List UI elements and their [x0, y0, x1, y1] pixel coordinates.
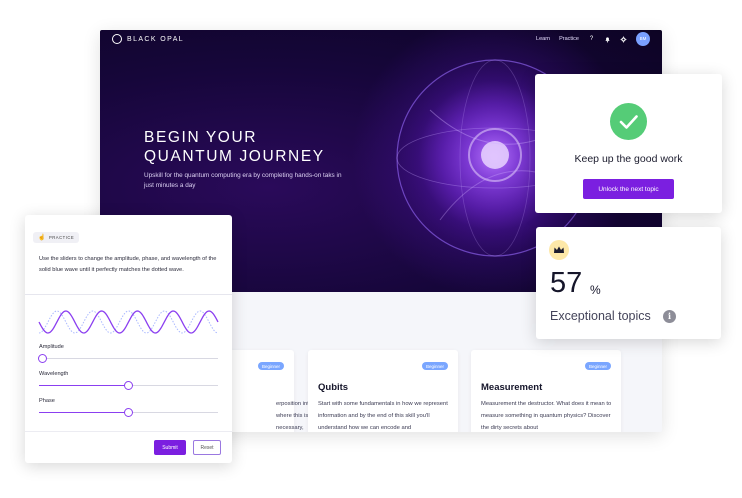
top-nav: BLACK OPAL Learn Practice ? BM: [100, 30, 662, 48]
practice-chip: ☝ PRACTICE: [33, 232, 80, 243]
wave-visualization: [25, 294, 232, 348]
success-card: Keep up the good work Unlock the next to…: [535, 74, 722, 213]
topic-description: Measurement the destructor. What does it…: [481, 401, 612, 431]
info-icon[interactable]: i: [663, 310, 676, 323]
hand-pointer-icon: ☝: [38, 235, 46, 241]
submit-button[interactable]: Submit: [154, 440, 186, 455]
slider-fill: [39, 412, 129, 413]
topic-card-measurement[interactable]: Beginner Measurement Measurement the des…: [471, 350, 621, 432]
notification-bell-icon[interactable]: [604, 36, 611, 43]
practice-footer: Submit Reset: [25, 431, 232, 463]
slider-knob[interactable]: [124, 381, 133, 390]
stat-label: Exceptional topics: [550, 309, 651, 323]
stat-unit: %: [590, 283, 601, 297]
slider-track[interactable]: [38, 354, 218, 363]
nav-links: Learn Practice ? BM: [536, 32, 650, 46]
level-badge: Beginner: [257, 362, 284, 370]
nav-learn-link[interactable]: Learn: [536, 36, 550, 42]
settings-icon[interactable]: [620, 36, 627, 43]
help-icon[interactable]: ?: [588, 36, 595, 43]
topic-card-qubits[interactable]: Beginner Qubits Start with some fundamen…: [308, 350, 458, 432]
practice-instructions: Use the sliders to change the amplitude,…: [39, 256, 217, 273]
wave-chart: [38, 310, 219, 334]
slider-knob[interactable]: [124, 408, 133, 417]
slider-label: Wavelength: [39, 371, 69, 377]
slider-track[interactable]: [39, 381, 218, 390]
user-avatar[interactable]: BM: [636, 32, 650, 46]
level-badge: Beginner: [421, 362, 448, 370]
marketing-composition: BLACK OPAL Learn Practice ? BM BEGIN YOU: [0, 0, 742, 498]
hero-title-line-2: QUANTUM JOURNEY: [144, 148, 325, 165]
slider-label: Amplitude: [39, 344, 64, 350]
nav-practice-link[interactable]: Practice: [559, 36, 579, 42]
unlock-next-topic-button[interactable]: Unlock the next topic: [583, 179, 674, 199]
slider-knob[interactable]: [38, 354, 48, 363]
level-badge: Beginner: [584, 362, 611, 370]
topic-title: Qubits: [318, 382, 349, 393]
practice-chip-label: PRACTICE: [48, 235, 75, 240]
logo-ring-icon: [112, 34, 122, 44]
hero-title-line-1: BEGIN YOUR: [144, 129, 258, 146]
stat-value: 57: [550, 267, 583, 299]
slider-fill: [39, 385, 129, 386]
success-message: Keep up the good work: [574, 153, 683, 165]
brand-name: BLACK OPAL: [127, 35, 185, 43]
reset-button[interactable]: Reset: [193, 440, 221, 455]
topic-title: Measurement: [481, 382, 543, 393]
brand-logo[interactable]: BLACK OPAL: [112, 34, 184, 44]
check-circle-icon: [610, 103, 647, 140]
crown-icon: [549, 240, 569, 260]
slider-label: Phase: [39, 398, 55, 404]
slider-track[interactable]: [39, 408, 218, 417]
hero-title: BEGIN YOUR QUANTUM JOURNEY: [144, 128, 325, 166]
stats-card: 57 % Exceptional topics i: [536, 227, 721, 339]
hero-subtitle: Upskill for the quantum computing era by…: [144, 172, 342, 189]
topic-description: Start with some fundamentals in how we r…: [318, 401, 448, 431]
practice-panel: ☝ PRACTICE Use the sliders to change the…: [25, 215, 232, 463]
